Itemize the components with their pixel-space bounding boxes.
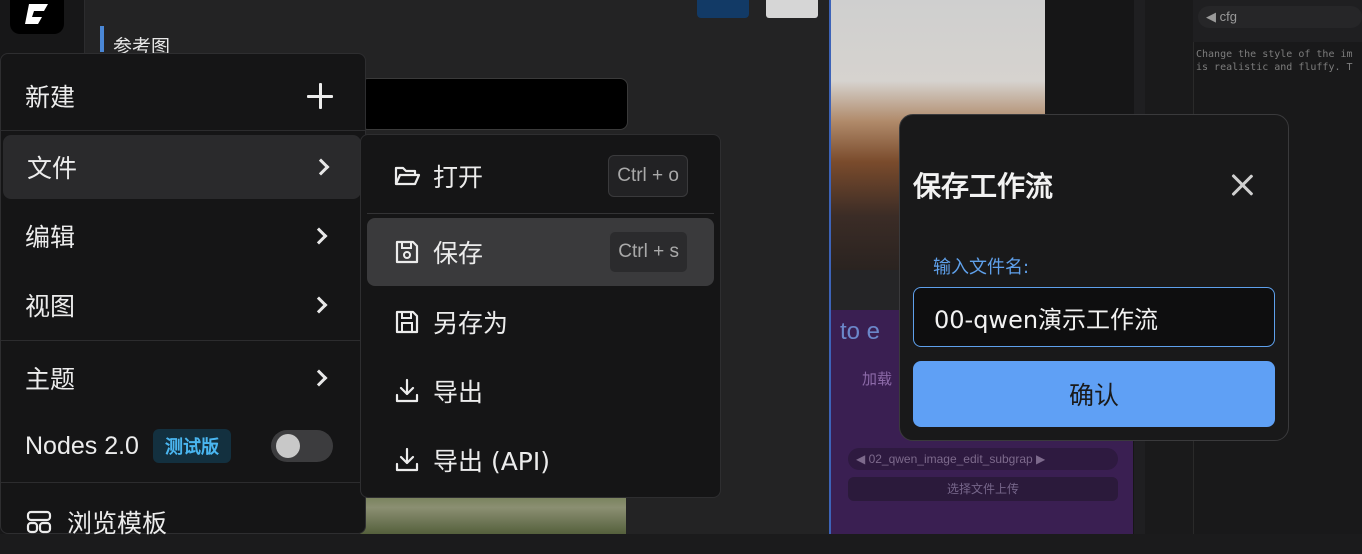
menu-item-theme[interactable]: 主题 [1, 346, 365, 410]
menu-item-view[interactable]: 视图 [1, 273, 365, 337]
file-submenu: 打开 Ctrl + o 保存 Ctrl + s 另存为 导出 导出 (API) [360, 134, 721, 498]
cfg-widget[interactable]: ◀ cfg [1198, 6, 1362, 28]
download-icon [395, 447, 419, 472]
menu-item-file[interactable]: 文件 [3, 135, 361, 199]
confirm-button[interactable]: 确认 [913, 361, 1275, 427]
chevron-right-icon [310, 369, 328, 387]
nodes2-toggle[interactable] [271, 430, 333, 462]
main-menu: 新建 文件 编辑 视图 主题 Nodes 2.0 测试版 浏览模板 [0, 53, 366, 538]
reference-input-field[interactable] [360, 78, 628, 130]
download-icon [395, 378, 419, 403]
menu-item-edit[interactable]: 编辑 [1, 204, 365, 268]
submenu-item-label: 打开 [433, 163, 484, 192]
close-icon[interactable] [1226, 169, 1258, 201]
submenu-item-label: 另存为 [433, 309, 509, 338]
menu-divider [1, 340, 365, 341]
chevron-right-icon [310, 227, 328, 245]
menu-item-browse-templates[interactable]: 浏览模板 [1, 490, 365, 554]
menu-item-label: 新建 [25, 83, 76, 112]
dialog-title: 保存工作流 [913, 170, 1054, 203]
node-title-fragment: 加载 [862, 371, 893, 388]
shortcut-label: Ctrl + o [608, 155, 688, 197]
filename-input[interactable] [913, 287, 1275, 347]
app-logo-icon[interactable] [10, 0, 64, 34]
menu-divider [1, 482, 365, 483]
beta-badge: 测试版 [152, 429, 231, 463]
save-workflow-dialog: 保存工作流 输入文件名: 确认 [899, 114, 1289, 441]
menu-item-nodes2[interactable]: Nodes 2.0 测试版 [1, 414, 365, 478]
submenu-item-export-api[interactable]: 导出 (API) [367, 427, 714, 493]
image-combo-widget[interactable]: ◀ 02_qwen_image_edit_subgrap ▶ [848, 448, 1118, 470]
toolbar-button[interactable] [766, 0, 818, 18]
menu-item-new[interactable]: 新建 [1, 64, 365, 128]
save-as-icon [395, 310, 419, 334]
canvas-text-fragment: to e [840, 318, 881, 345]
filename-label: 输入文件名: [933, 257, 1030, 278]
prompt-text: Change the style of the im is realistic … [1196, 49, 1353, 73]
menu-item-label: Nodes 2.0 [25, 431, 139, 460]
menu-item-label: 主题 [25, 365, 76, 394]
submenu-divider [367, 213, 714, 214]
plus-icon [307, 83, 333, 109]
templates-icon [26, 510, 52, 534]
section-accent-bar [100, 26, 104, 52]
toolbar-button[interactable] [697, 0, 749, 18]
menu-divider [1, 130, 365, 131]
cfg-label: cfg [1219, 9, 1237, 24]
menu-item-label: 浏览模板 [67, 509, 168, 538]
menu-item-label: 编辑 [25, 223, 76, 252]
submenu-item-label: 导出 [433, 378, 484, 407]
shortcut-label: Ctrl + s [609, 231, 688, 273]
submenu-item-save[interactable]: 保存 Ctrl + s [367, 218, 714, 286]
panel-divider[interactable] [829, 0, 831, 534]
folder-open-icon [394, 166, 421, 186]
submenu-item-label: 导出 (API) [433, 447, 551, 476]
submenu-item-export[interactable]: 导出 [367, 358, 714, 424]
save-icon [395, 240, 419, 264]
chevron-right-icon [310, 296, 328, 314]
upload-file-button[interactable]: 选择文件上传 [848, 477, 1118, 501]
menu-item-label: 文件 [27, 154, 78, 183]
submenu-item-label: 保存 [433, 239, 484, 268]
submenu-item-save-as[interactable]: 另存为 [367, 289, 714, 355]
submenu-item-open[interactable]: 打开 Ctrl + o [367, 143, 714, 209]
chevron-right-icon [312, 158, 330, 176]
combo-value: 02_qwen_image_edit_subgrap [868, 452, 1033, 466]
toggle-knob [276, 434, 300, 458]
menu-item-label: 视图 [25, 292, 76, 321]
